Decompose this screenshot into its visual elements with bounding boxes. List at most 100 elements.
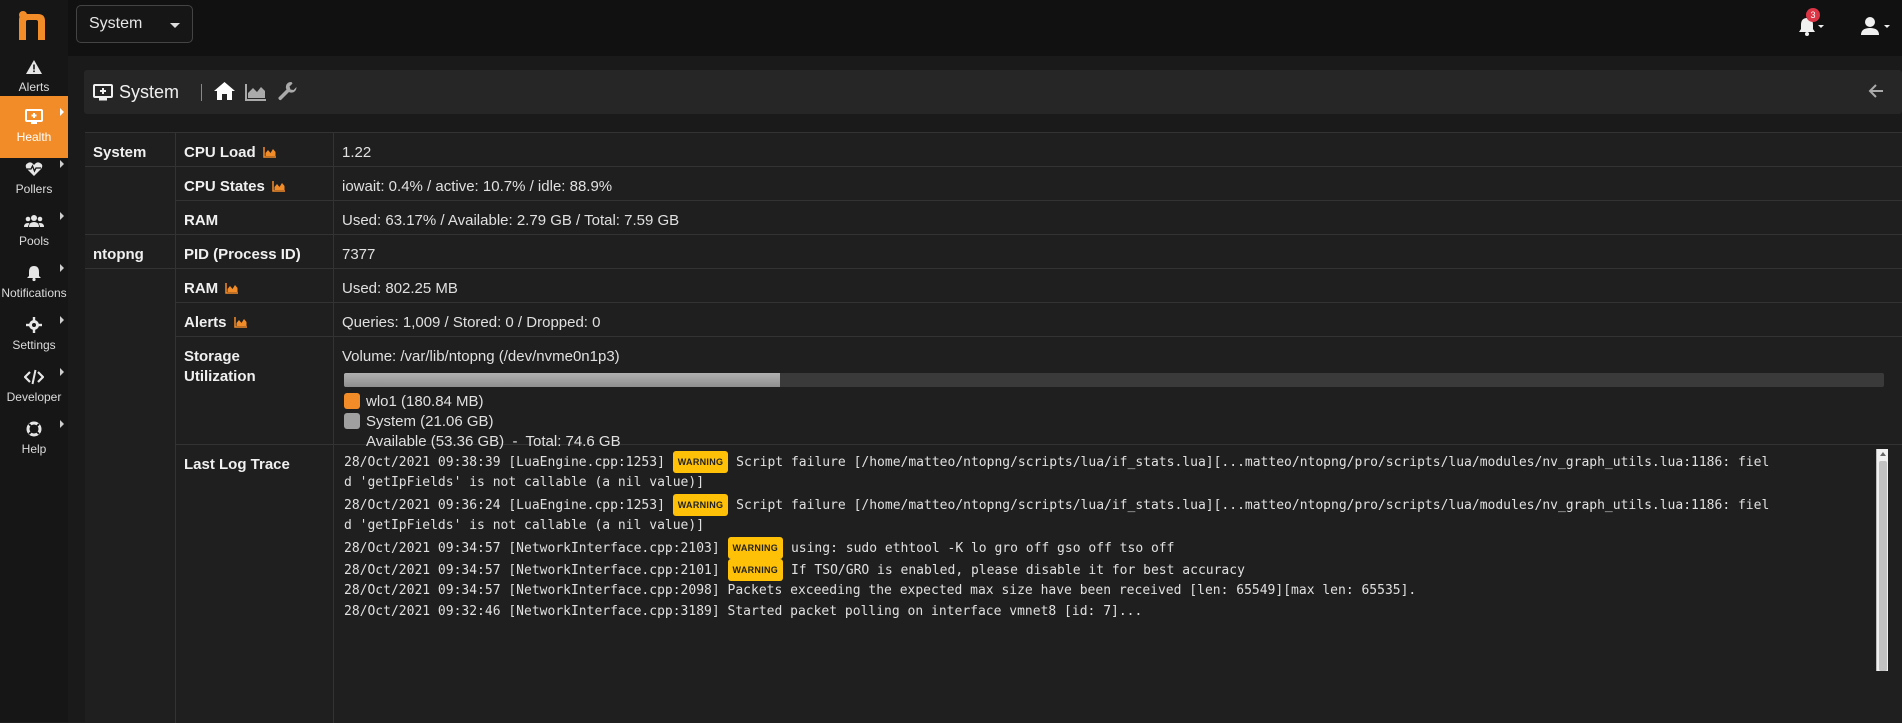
scroll-up-arrow-icon[interactable]: [1880, 452, 1886, 456]
sidebar-item-label: Health: [16, 130, 52, 144]
interface-select-value: System: [89, 15, 143, 32]
chart-icon[interactable]: [225, 283, 239, 294]
home-icon[interactable]: [213, 81, 236, 101]
cpu-states-value: iowait: 0.4% / active: 10.7% / idle: 88.…: [342, 178, 613, 195]
log-message: Packets exceeding the expected max size …: [727, 583, 1417, 599]
log-line: 28/Oct/2021 09:34:57 [NetworkInterface.c…: [344, 559, 1884, 582]
cpu-load-value: 1.22: [342, 144, 372, 161]
sidebar-item-label: Help: [21, 442, 47, 456]
legend-swatch-system: [344, 413, 360, 429]
table-row-storage: Storage Utilization Volume: /var/lib/nto…: [176, 337, 1902, 450]
log-level-badge: WARNING: [727, 559, 784, 582]
storage-label-line1: Storage: [184, 348, 240, 365]
area-chart-icon[interactable]: [245, 83, 267, 101]
ntopng-ram-label: RAM: [184, 280, 219, 297]
alerts-label: Alerts: [184, 314, 227, 331]
back-arrow-icon[interactable]: [1868, 84, 1884, 98]
table-row-alerts: Alerts Queries: 1,009 / Stored: 0 / Drop…: [176, 303, 1902, 337]
page-header: System: [84, 70, 1902, 114]
chart-icon[interactable]: [263, 147, 276, 158]
page-title: System: [119, 82, 180, 102]
table-row-cpu-load: System CPU Load 1.22: [85, 133, 1902, 235]
log-message: Script failure [/home/matteo/ntopng/scri…: [736, 455, 1770, 470]
log-line: 28/Oct/2021 09:38:39 [LuaEngine.cpp:1253…: [344, 451, 1884, 474]
sidebar-item-help[interactable]: Help: [0, 408, 68, 470]
log-scrollbar[interactable]: [1876, 449, 1888, 671]
chevron-right-icon: [60, 108, 64, 116]
sidebar-item-label: Notifications: [1, 286, 67, 300]
cpu-states-label: CPU States: [184, 178, 265, 195]
sidebar-item-label: Pollers: [15, 182, 53, 196]
legend-system: System (21.06 GB): [344, 413, 494, 430]
log-message: Started packet polling on interface vmne…: [727, 603, 1143, 619]
chevron-right-icon: [60, 212, 64, 220]
topbar: System 3: [68, 0, 1902, 56]
log-line: 28/Oct/2021 09:34:57 [NetworkInterface.c…: [344, 536, 1884, 560]
log-timestamp: 28/Oct/2021 09:34:57 [NetworkInterface.c…: [344, 583, 728, 599]
row-label: CPU States: [176, 167, 334, 200]
log-timestamp: 28/Oct/2021 09:32:46 [NetworkInterface.c…: [344, 603, 728, 619]
log-timestamp: 28/Oct/2021 09:36:24 [LuaEngine.cpp:1253…: [344, 497, 673, 513]
ram-label: RAM: [176, 201, 334, 234]
log-line-continuation: d 'getIpFields' is not callable (a nil v…: [344, 475, 705, 491]
gear-icon: [26, 317, 42, 333]
chevron-right-icon: [60, 316, 64, 324]
log-message: Script failure [/home/matteo/ntopng/scri…: [736, 497, 1770, 513]
row-label: RAM: [176, 269, 334, 302]
legend-swatch-wlo1: [344, 393, 360, 409]
log-line: 28/Oct/2021 09:36:24 [LuaEngine.cpp:1253…: [344, 493, 1884, 517]
log-timestamp: 28/Oct/2021 09:38:39 [LuaEngine.cpp:1253…: [344, 455, 673, 470]
log-timestamp: 28/Oct/2021 09:34:57 [NetworkInterface.c…: [344, 563, 728, 579]
log-message: using: sudo ethtool -K lo gro off gso of…: [790, 540, 1175, 556]
chevron-right-icon: [60, 368, 64, 376]
heartbeat-icon: [25, 162, 43, 176]
storage-label: Storage Utilization: [176, 337, 334, 444]
row-label: CPU Load: [176, 133, 334, 166]
storage-label-line2: Utilization: [184, 368, 256, 385]
user-menu-icon[interactable]: [1858, 14, 1894, 38]
ntopng-ram-value: Used: 802.25 MB: [342, 280, 458, 297]
legend-wlo1-label: wlo1 (180.84 MB): [366, 393, 484, 410]
chevron-right-icon: [60, 160, 64, 168]
legend-wlo1: wlo1 (180.84 MB): [344, 393, 484, 410]
main-content: System System CPU Load 1.22 CPU States i…: [68, 56, 1902, 723]
table-row-ram: RAM Used: 63.17% / Available: 2.79 GB / …: [85, 201, 1902, 235]
storage-volume: Volume: /var/lib/ntopng (/dev/nvme0n1p3): [342, 348, 620, 365]
scrollbar-thumb[interactable]: [1879, 461, 1887, 671]
bell-icon: [27, 266, 41, 282]
chevron-right-icon: [60, 264, 64, 272]
warning-icon: [26, 60, 42, 74]
chart-icon[interactable]: [272, 181, 286, 192]
chevron-right-icon: [60, 420, 64, 428]
monitor-icon: [93, 84, 113, 101]
storage-value: Volume: /var/lib/ntopng (/dev/nvme0n1p3)…: [334, 337, 1902, 450]
legend-system-label: System (21.06 GB): [366, 413, 494, 430]
ram-value: Used: 63.17% / Available: 2.79 GB / Tota…: [342, 212, 680, 229]
cpu-load-label: CPU Load: [184, 144, 256, 161]
log-line-continuation: d 'getIpFields' is not callable (a nil v…: [344, 518, 705, 534]
pid-value: 7377: [342, 246, 376, 263]
log-timestamp: 28/Oct/2021 09:34:57 [NetworkInterface.c…: [344, 540, 728, 556]
log-trace-panel[interactable]: 28/Oct/2021 09:38:39 [LuaEngine.cpp:1253…: [334, 445, 1902, 723]
wrench-icon[interactable]: [277, 81, 297, 101]
section-label-ntopng: ntopng: [85, 235, 176, 723]
table-row-cpu-states: CPU States iowait: 0.4% / active: 10.7% …: [176, 167, 1902, 201]
monitor-icon: [25, 109, 43, 124]
ntopng-logo-icon[interactable]: [14, 10, 50, 44]
log-level-badge: WARNING: [672, 451, 729, 474]
log-message: If TSO/GRO is enabled, please disable it…: [790, 563, 1245, 579]
sidebar-item-label: Developer: [6, 390, 62, 404]
system-stats-table: System CPU Load 1.22 CPU States iowait: …: [85, 132, 1902, 723]
log-line: 28/Oct/2021 09:32:46 [NetworkInterface.c…: [344, 602, 1884, 622]
pid-label: PID (Process ID): [176, 235, 334, 268]
title-separator: [201, 84, 202, 101]
lifebuoy-icon: [26, 421, 42, 437]
code-icon: [24, 369, 44, 385]
log-line: 28/Oct/2021 09:34:57 [NetworkInterface.c…: [344, 581, 1884, 601]
chart-icon[interactable]: [233, 317, 247, 328]
interface-select[interactable]: System: [76, 5, 193, 43]
users-icon: [24, 215, 44, 227]
storage-progress-bar: [344, 373, 1884, 387]
chevron-down-icon: [170, 23, 180, 28]
table-row-log-trace: Last Log Trace 28/Oct/2021 09:38:39 [Lua…: [176, 445, 1902, 723]
